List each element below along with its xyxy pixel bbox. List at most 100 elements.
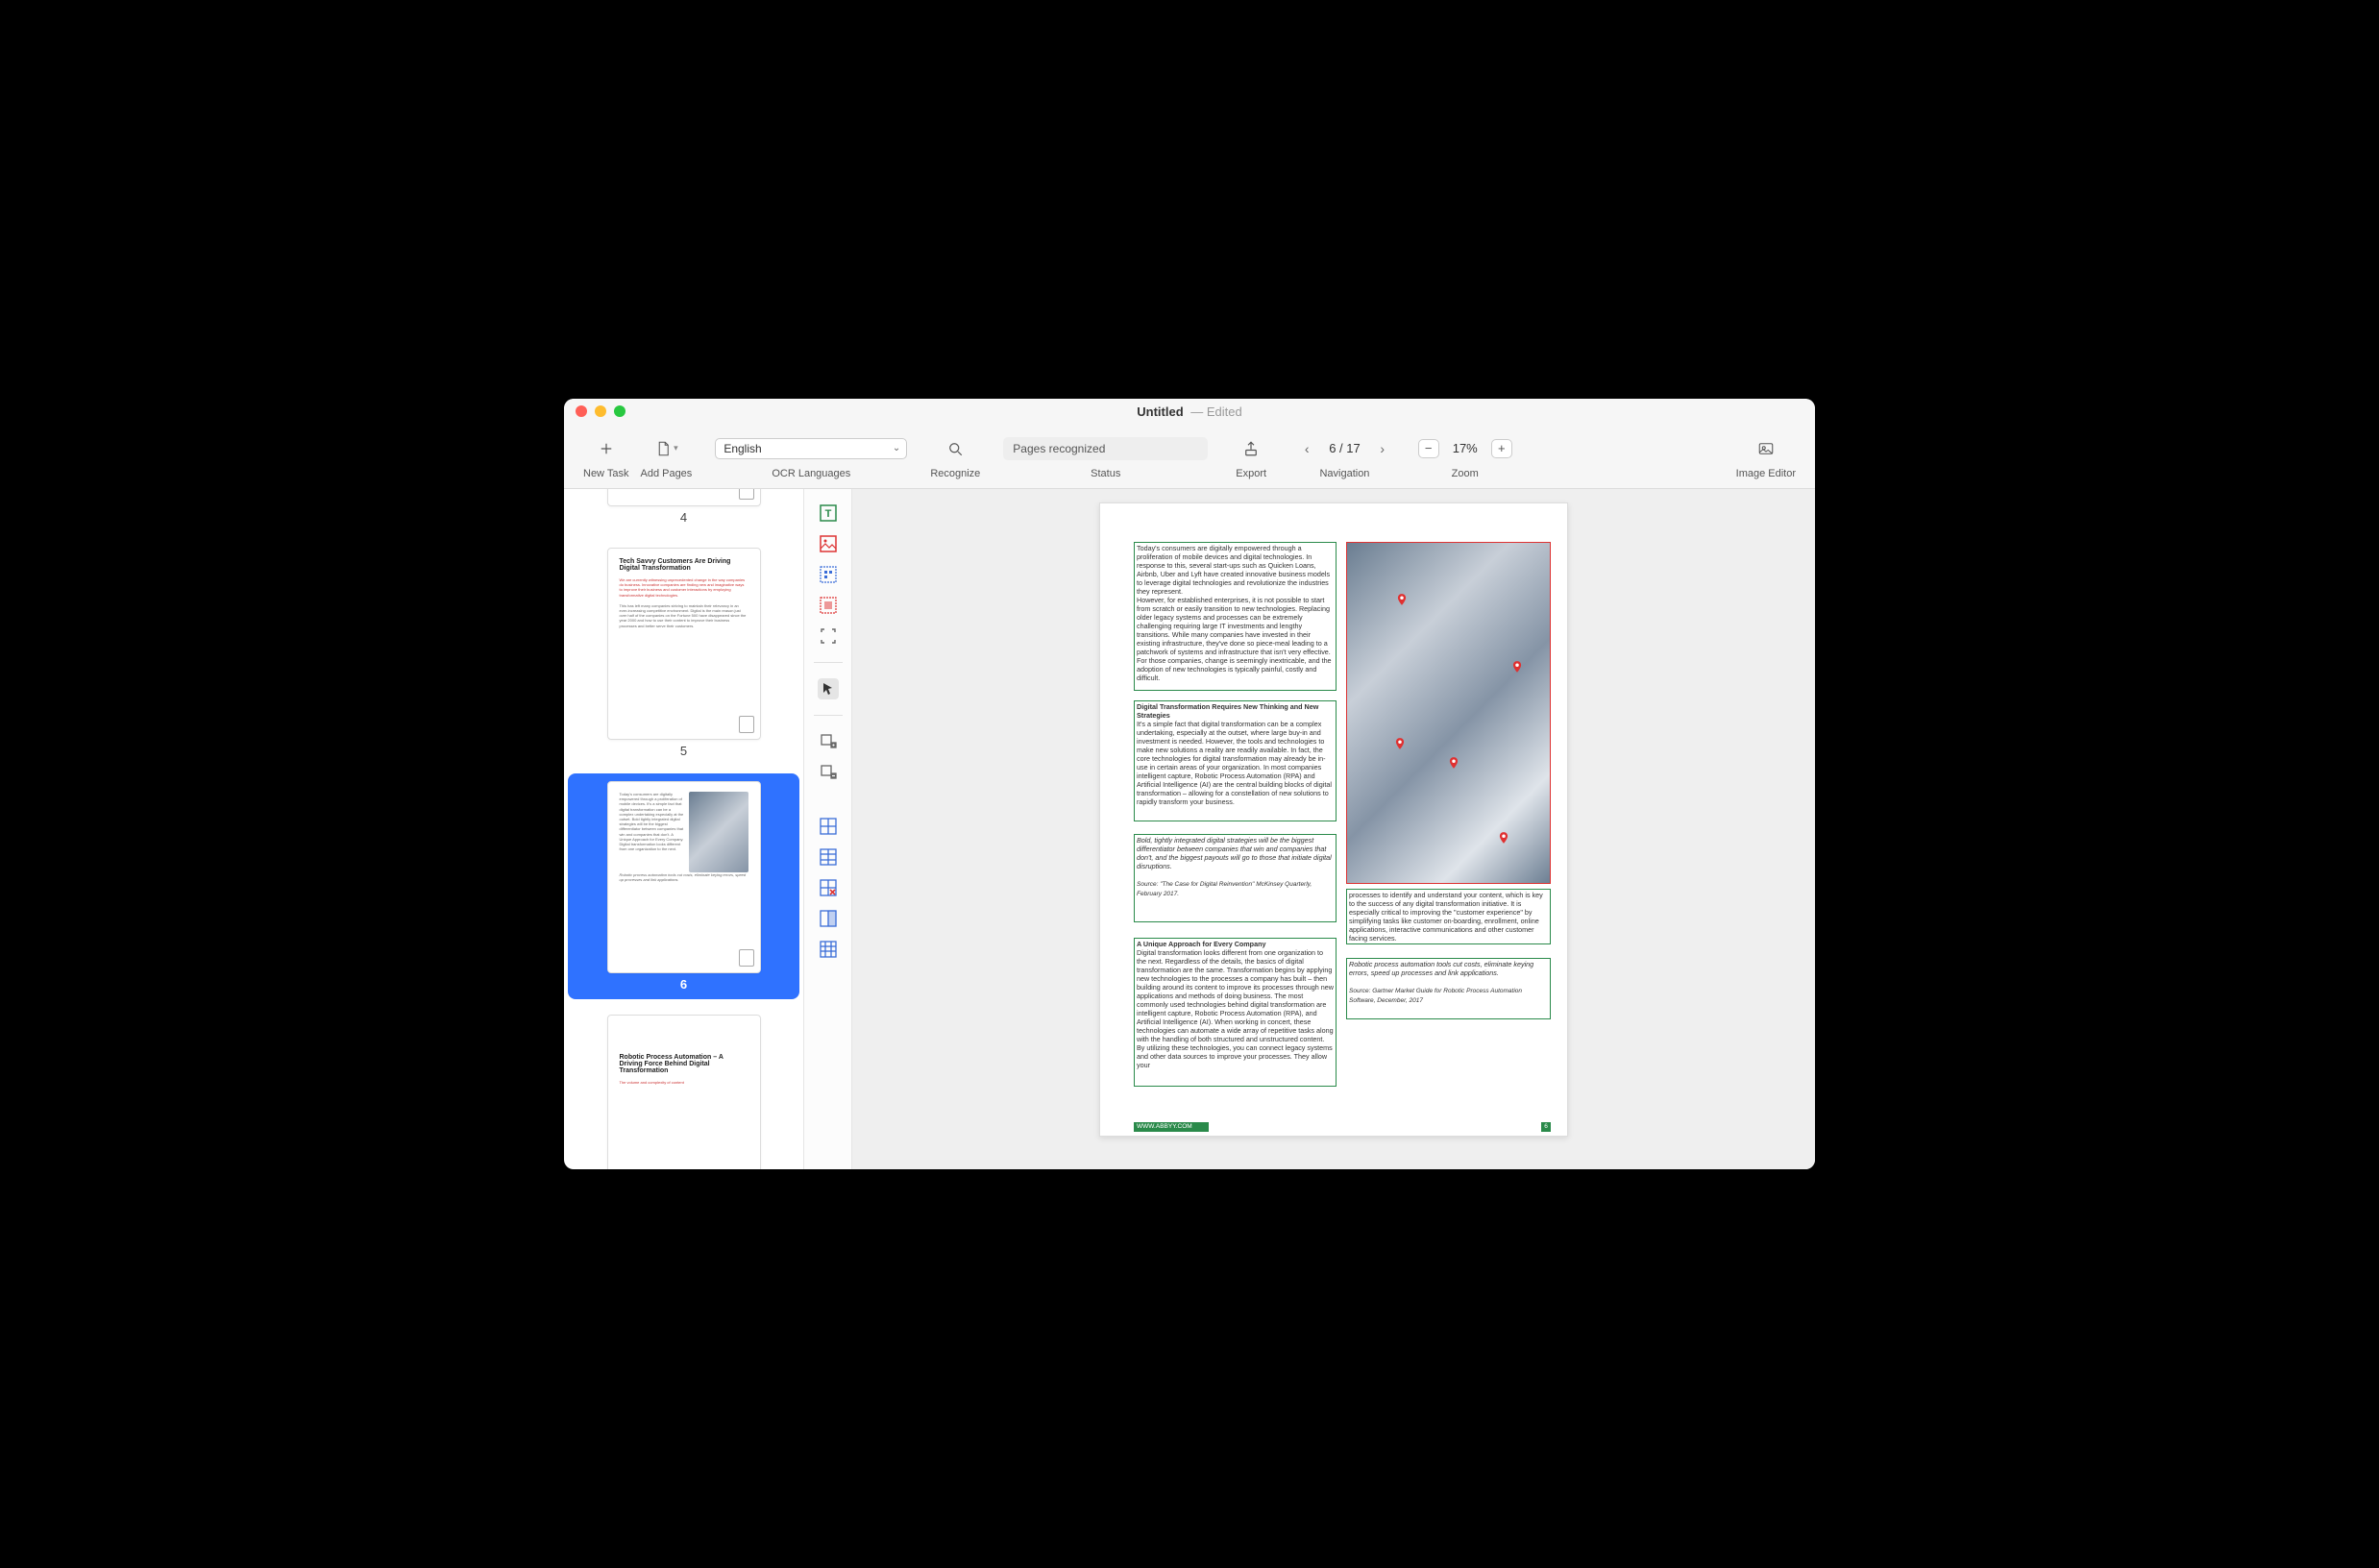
titlebar: Untitled — Edited xyxy=(564,399,1815,424)
block-text: processes to identify and understand you… xyxy=(1349,891,1543,943)
page-count: 6 / 17 xyxy=(1325,441,1364,455)
background-block-tool[interactable] xyxy=(818,595,839,616)
thumbnail-page-4[interactable]: 4 xyxy=(568,489,799,532)
table-tool[interactable] xyxy=(818,816,839,837)
thumbnail-page-6[interactable]: Today's consumers are digitally empowere… xyxy=(568,773,799,999)
close-window-button[interactable] xyxy=(576,405,587,417)
image-editor-group: Image Editor xyxy=(1736,424,1796,488)
toolbar: New Task ▾ Add Pages English ⌄ OCR Langua… xyxy=(564,424,1815,489)
thumbnail-number: 5 xyxy=(680,744,687,758)
document-canvas[interactable]: Today's consumers are digitally empowere… xyxy=(852,489,1815,1169)
page-type-icon xyxy=(739,489,754,500)
document-edited-label: — Edited xyxy=(1190,404,1241,419)
add-pages-button[interactable]: ▾ xyxy=(646,435,686,462)
table-delete-tool[interactable] xyxy=(818,877,839,898)
block-text: Today's consumers are digitally empowere… xyxy=(1137,544,1334,682)
block-source: Source: "The Case for Digital Reinventio… xyxy=(1137,881,1312,897)
window-title: Untitled — Edited xyxy=(1137,404,1242,419)
text-block[interactable]: Bold, tightly integrated digital strateg… xyxy=(1134,834,1337,922)
chevron-down-icon: ▾ xyxy=(674,443,678,453)
table-layout-tool[interactable] xyxy=(818,939,839,960)
text-block[interactable]: processes to identify and understand you… xyxy=(1346,889,1551,944)
page-thumbnails-sidebar[interactable]: 4 Tech Savvy Customers Are Driving Digit… xyxy=(564,489,804,1169)
fullscreen-window-button[interactable] xyxy=(614,405,625,417)
remove-area-tool[interactable] xyxy=(818,762,839,783)
text-block[interactable]: Robotic process automation tools cut cos… xyxy=(1346,958,1551,1019)
document-title: Untitled xyxy=(1137,404,1183,419)
export-group: Export xyxy=(1231,424,1271,488)
recognize-area-tool[interactable] xyxy=(818,625,839,647)
footer-url: WWW.ABBYY.COM xyxy=(1137,1123,1192,1131)
ocr-languages-label: OCR Languages xyxy=(772,468,850,479)
text-block[interactable]: Digital Transformation Requires New Thin… xyxy=(1134,700,1337,821)
thumb-red-text: The volume and complexity of content xyxy=(620,1080,748,1085)
thumbnail-number: 4 xyxy=(680,510,687,525)
thumb-red-text: We are currently witnessing unprecedente… xyxy=(620,577,748,598)
zoom-out-button[interactable]: − xyxy=(1418,439,1439,458)
table-merge-tool[interactable] xyxy=(818,908,839,929)
footer-page-num: 6 xyxy=(1544,1123,1548,1131)
status-label: Status xyxy=(1091,468,1120,479)
thumb-title: Tech Savvy Customers Are Driving Digital… xyxy=(620,558,748,572)
main-body: 4 Tech Savvy Customers Are Driving Digit… xyxy=(564,489,1815,1169)
thumb-image xyxy=(689,792,748,872)
add-area-tool[interactable] xyxy=(818,731,839,752)
ocr-languages-group: English ⌄ OCR Languages xyxy=(715,424,907,488)
add-pages-label: Add Pages xyxy=(640,468,692,479)
page-view[interactable]: Today's consumers are digitally empowere… xyxy=(1099,502,1568,1137)
new-task-button[interactable] xyxy=(586,435,626,462)
zoom-group: − 17% + Zoom xyxy=(1418,424,1512,488)
block-quote: Robotic process automation tools cut cos… xyxy=(1349,960,1533,977)
zoom-value: 17% xyxy=(1445,441,1485,455)
block-heading: A Unique Approach for Every Company xyxy=(1137,940,1265,948)
page-type-icon xyxy=(739,716,754,733)
block-source: Source: Gartner Market Guide for Robotic… xyxy=(1349,988,1522,1004)
navigation-group: ‹ 6 / 17 › Navigation xyxy=(1294,424,1395,488)
tool-separator xyxy=(814,662,843,663)
navigation-label: Navigation xyxy=(1319,468,1369,479)
picture-block[interactable] xyxy=(1346,542,1551,884)
minimize-window-button[interactable] xyxy=(595,405,606,417)
zoom-in-button[interactable]: + xyxy=(1491,439,1512,458)
window-controls xyxy=(576,405,625,417)
chevron-down-icon: ⌄ xyxy=(893,443,900,453)
text-block[interactable]: A Unique Approach for Every CompanyDigit… xyxy=(1134,938,1337,1087)
status-group: Pages recognized Status xyxy=(1003,424,1208,488)
zoom-label: Zoom xyxy=(1452,468,1479,479)
add-pages-group: ▾ Add Pages xyxy=(640,424,692,488)
block-text: It's a simple fact that digital transfor… xyxy=(1137,720,1332,806)
thumb-side-text: Robotic process automation tools cut cos… xyxy=(620,872,748,882)
language-value: English xyxy=(724,442,761,455)
recognize-button[interactable] xyxy=(935,435,975,462)
pointer-tool[interactable] xyxy=(818,678,839,699)
text-block[interactable]: Today's consumers are digitally empowere… xyxy=(1134,542,1337,691)
export-label: Export xyxy=(1236,468,1266,479)
page-type-icon xyxy=(739,949,754,967)
prev-page-button[interactable]: ‹ xyxy=(1294,437,1319,460)
text-block-tool[interactable]: T xyxy=(818,502,839,524)
status-text: Pages recognized xyxy=(1013,442,1105,455)
new-task-label: New Task xyxy=(583,468,628,479)
thumbnail-page-7[interactable]: Robotic Process Automation – A Driving F… xyxy=(568,1007,799,1169)
picture-block-tool[interactable] xyxy=(818,533,839,554)
text-block-footer-url[interactable]: WWW.ABBYY.COM xyxy=(1134,1122,1209,1132)
recognize-label: Recognize xyxy=(930,468,980,479)
image-editor-label: Image Editor xyxy=(1736,468,1796,479)
text-block-footer-page[interactable]: 6 xyxy=(1541,1122,1551,1132)
next-page-button[interactable]: › xyxy=(1370,437,1395,460)
thumbnail-page-5[interactable]: Tech Savvy Customers Are Driving Digital… xyxy=(568,540,799,766)
language-select[interactable]: English ⌄ xyxy=(715,438,907,459)
new-task-group: New Task xyxy=(583,424,628,488)
table-split-tool[interactable] xyxy=(818,846,839,868)
thumbnail-number: 6 xyxy=(680,977,687,992)
block-quote: Bold, tightly integrated digital strateg… xyxy=(1137,836,1332,870)
svg-text:T: T xyxy=(824,508,831,520)
image-editor-button[interactable] xyxy=(1746,435,1786,462)
status-bar: Pages recognized xyxy=(1003,437,1208,460)
block-text: Digital transformation looks different f… xyxy=(1137,948,1334,1069)
thumb-title: Robotic Process Automation – A Driving F… xyxy=(620,1054,748,1074)
barcode-block-tool[interactable] xyxy=(818,564,839,585)
export-button[interactable] xyxy=(1231,435,1271,462)
app-window: Untitled — Edited New Task ▾ Add Pages E… xyxy=(564,399,1815,1169)
thumb-grey-text: This has left many companies striving to… xyxy=(620,603,748,628)
